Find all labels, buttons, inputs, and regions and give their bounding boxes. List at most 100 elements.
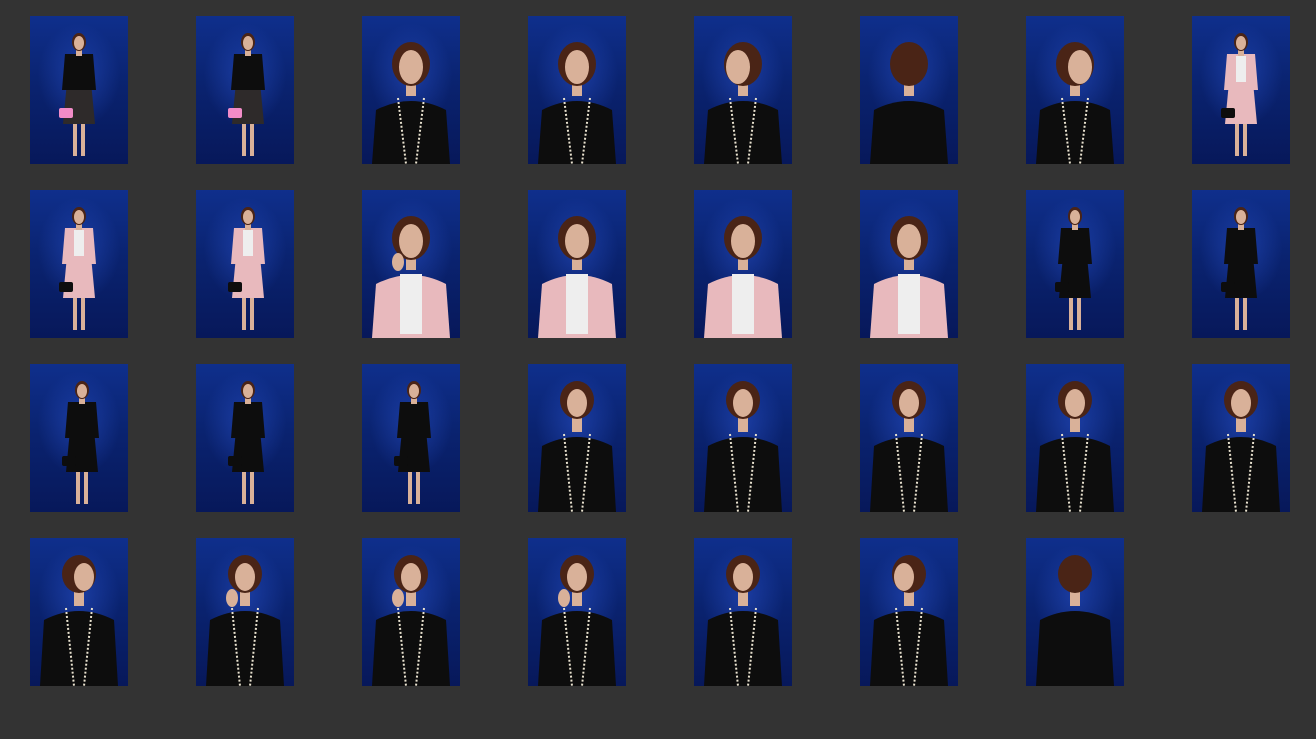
leg-shape bbox=[1235, 120, 1239, 156]
jacket-shape bbox=[372, 101, 450, 164]
photo-thumbnail[interactable] bbox=[362, 190, 460, 338]
jacket-shape bbox=[1202, 437, 1280, 512]
leg-shape bbox=[73, 294, 77, 330]
portrait-image bbox=[704, 381, 782, 512]
photo-thumbnail[interactable] bbox=[362, 16, 460, 164]
face-shape bbox=[733, 563, 753, 591]
leg-shape bbox=[1235, 294, 1239, 330]
jacket-shape bbox=[870, 611, 948, 686]
photo-thumbnail[interactable] bbox=[30, 190, 128, 338]
jacket-shape bbox=[372, 611, 450, 686]
photo-thumbnail[interactable] bbox=[362, 364, 460, 512]
face-shape bbox=[399, 224, 423, 258]
face-shape bbox=[74, 36, 84, 50]
photo-thumbnail[interactable] bbox=[196, 364, 294, 512]
leg-shape bbox=[1069, 294, 1073, 330]
photo-thumbnail[interactable] bbox=[694, 538, 792, 686]
photo-thumbnail[interactable] bbox=[1026, 16, 1124, 164]
face-shape bbox=[1231, 389, 1251, 417]
jacket-shape bbox=[1036, 437, 1114, 512]
photo-thumbnail[interactable] bbox=[1026, 190, 1124, 338]
photo-thumbnail[interactable] bbox=[528, 16, 626, 164]
photo-thumbnail[interactable] bbox=[860, 16, 958, 164]
photo-thumbnail[interactable] bbox=[528, 364, 626, 512]
portrait-image bbox=[704, 42, 782, 164]
photo-thumbnail[interactable] bbox=[860, 364, 958, 512]
jacket-shape bbox=[704, 611, 782, 686]
portrait-image bbox=[704, 555, 782, 686]
jacket-shape bbox=[704, 437, 782, 512]
jacket-shape bbox=[1036, 101, 1114, 164]
photo-thumbnail[interactable] bbox=[1192, 16, 1290, 164]
leg-shape bbox=[250, 120, 254, 156]
handbag-shape bbox=[228, 108, 242, 118]
portrait-image bbox=[870, 555, 948, 686]
photo-thumbnail[interactable] bbox=[528, 538, 626, 686]
photo-thumbnail[interactable] bbox=[30, 16, 128, 164]
portrait-image bbox=[228, 207, 265, 330]
photo-thumbnail[interactable] bbox=[860, 190, 958, 338]
handbag-shape bbox=[394, 456, 408, 466]
photo-thumbnail[interactable] bbox=[694, 16, 792, 164]
photo-thumbnail[interactable] bbox=[1026, 364, 1124, 512]
photo-thumbnail[interactable] bbox=[860, 538, 958, 686]
photo-thumbnail[interactable] bbox=[30, 364, 128, 512]
inner-top-shape bbox=[243, 56, 253, 82]
hair-shape bbox=[890, 42, 928, 86]
portrait-image bbox=[372, 216, 450, 338]
leg-shape bbox=[408, 468, 412, 504]
photo-thumbnail[interactable] bbox=[30, 538, 128, 686]
face-shape bbox=[77, 384, 87, 398]
hand-shape bbox=[226, 589, 238, 607]
face-shape bbox=[567, 563, 587, 591]
leg-shape bbox=[81, 120, 85, 156]
thumbnail-grid bbox=[30, 16, 1290, 686]
jacket-shape bbox=[870, 437, 948, 512]
photo-thumbnail[interactable] bbox=[362, 538, 460, 686]
leg-shape bbox=[73, 120, 77, 156]
portrait-image bbox=[1221, 33, 1258, 156]
portrait-image bbox=[1055, 207, 1092, 330]
portrait-image bbox=[372, 555, 450, 686]
photo-thumbnail[interactable] bbox=[1192, 364, 1290, 512]
photo-thumbnail[interactable] bbox=[1026, 538, 1124, 686]
photo-thumbnail[interactable] bbox=[196, 16, 294, 164]
portrait-image bbox=[704, 216, 782, 338]
portrait-image bbox=[372, 42, 450, 164]
leg-shape bbox=[1243, 120, 1247, 156]
face-shape bbox=[731, 224, 755, 258]
photo-thumbnail[interactable] bbox=[1192, 190, 1290, 338]
face-shape bbox=[894, 563, 914, 591]
inner-top-shape bbox=[77, 404, 87, 430]
portrait-image bbox=[206, 555, 284, 686]
handbag-shape bbox=[1221, 282, 1235, 292]
face-shape bbox=[243, 384, 253, 398]
hair-shape bbox=[1058, 555, 1092, 593]
photo-thumbnail[interactable] bbox=[694, 364, 792, 512]
portrait-image bbox=[538, 555, 616, 686]
leg-shape bbox=[250, 294, 254, 330]
portrait-image bbox=[394, 381, 431, 504]
leg-shape bbox=[242, 294, 246, 330]
inner-top-shape bbox=[1236, 56, 1246, 82]
face-shape bbox=[1068, 50, 1092, 84]
photo-thumbnail[interactable] bbox=[528, 190, 626, 338]
inner-top-shape bbox=[74, 56, 84, 82]
jacket-shape bbox=[1036, 611, 1114, 686]
leg-shape bbox=[250, 468, 254, 504]
leg-shape bbox=[1077, 294, 1081, 330]
jacket-shape bbox=[870, 101, 948, 164]
photo-thumbnail[interactable] bbox=[196, 538, 294, 686]
leg-shape bbox=[84, 468, 88, 504]
empty-cell bbox=[1192, 538, 1290, 686]
photo-thumbnail[interactable] bbox=[694, 190, 792, 338]
inner-top-shape bbox=[732, 274, 754, 334]
face-shape bbox=[399, 50, 423, 84]
portrait-image bbox=[1036, 381, 1114, 512]
photo-thumbnail[interactable] bbox=[196, 190, 294, 338]
portrait-image bbox=[40, 555, 118, 686]
jacket-shape bbox=[538, 611, 616, 686]
inner-top-shape bbox=[898, 274, 920, 334]
face-shape bbox=[1236, 36, 1246, 50]
jacket-shape bbox=[704, 101, 782, 164]
